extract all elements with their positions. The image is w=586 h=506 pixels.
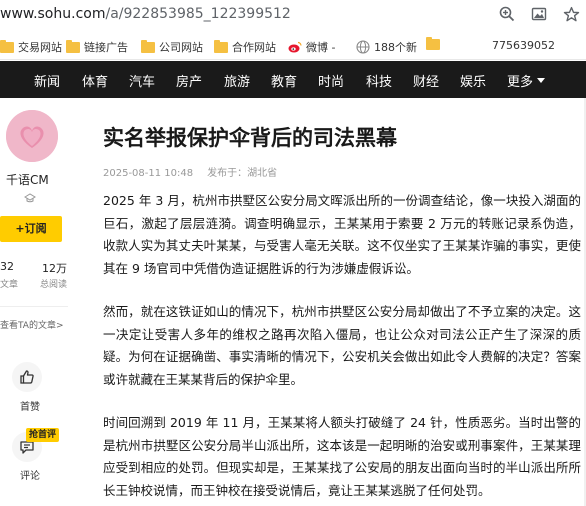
author-avatar[interactable] (6, 110, 58, 162)
folder-icon (141, 39, 155, 53)
divider (0, 306, 68, 307)
article-paragraph: 然而，就在这铁证如山的情况下，杭州市拱墅区公安分局却做出了不予立案的决定。这一决… (103, 304, 581, 387)
folder-icon (66, 39, 80, 53)
bookmark-item[interactable]: 交易网站 (0, 39, 62, 55)
article-paragraph: 时间回溯到 2019 年 11 月，王某某将人额头打破缝了 24 针，性质恶劣。… (103, 415, 581, 498)
nav-item[interactable]: 体育 (82, 71, 108, 90)
bookmark-label: 合作网站 (232, 41, 276, 54)
address-bar[interactable]: www.sohu.com/a/922853985_122399512 (0, 0, 586, 30)
folder-icon (426, 37, 440, 50)
bookmark-item[interactable]: 188个新 (356, 39, 417, 55)
article-meta: 2025-08-11 10:48 发布于：湖北省 (103, 164, 291, 179)
image-icon[interactable] (530, 5, 548, 23)
nav-more-label: 更多 (507, 75, 534, 90)
bookmark-label: 188个新 (374, 41, 417, 54)
bookmark-label: 微博 - (306, 41, 336, 54)
article-source: 发布于：湖北省 (207, 168, 278, 179)
stat-value: 12万 (42, 262, 67, 275)
zoom-icon[interactable] (498, 5, 516, 23)
nav-item[interactable]: 科技 (366, 71, 392, 90)
bookmark-item[interactable]: 公司网站 (141, 39, 203, 55)
stat-value: 32 (0, 260, 14, 273)
nav-item[interactable]: 娱乐 (460, 71, 486, 90)
chevron-down-icon (537, 78, 546, 83)
bookmark-star-icon[interactable] (562, 5, 580, 23)
bookmark-label: 775639052 (492, 39, 555, 52)
bookmarks-bar: 交易网站 链接广告 公司网站 合作网站 微博 - 188个新 775639052 (0, 32, 586, 60)
stat-label: 总阅读 (40, 280, 68, 290)
bookmark-label: 链接广告 (84, 41, 128, 54)
first-comment-badge: 抢首评 (26, 428, 60, 442)
article-date: 2025-08-11 10:48 (103, 168, 194, 179)
nav-item[interactable]: 汽车 (129, 71, 155, 90)
nav-item[interactable]: 新闻 (34, 71, 60, 90)
nav-item[interactable]: 时尚 (318, 71, 344, 90)
nav-item[interactable]: 教育 (271, 71, 297, 90)
thumbs-up-icon (20, 370, 34, 384)
globe-icon (356, 40, 370, 54)
view-all-articles-link[interactable]: 查看TA的文章> (0, 318, 64, 331)
article-title: 实名举报保护伞背后的司法黑幕 (103, 126, 397, 150)
follow-button[interactable]: +订阅 (0, 216, 62, 242)
badge-icon (24, 193, 36, 203)
nav-item[interactable]: 房产 (176, 71, 202, 90)
url-domain: www.sohu.com (0, 6, 106, 22)
heart-icon (6, 110, 58, 162)
weibo-icon (288, 41, 302, 53)
bookmark-label: 公司网站 (159, 41, 203, 54)
stat-label: 文章 (0, 280, 19, 290)
article-paragraph: 2025 年 3 月，杭州市拱墅区公安分局文晖派出所的一份调查结论，像一块投入湖… (103, 193, 581, 276)
bookmark-item[interactable]: 微博 - (288, 39, 335, 55)
url-path: /a/922853985_122399512 (105, 6, 291, 22)
like-label: 首赞 (20, 402, 40, 413)
nav-more-menu[interactable]: 更多 (507, 71, 546, 90)
comment-label: 评论 (20, 471, 40, 482)
folder-icon (0, 39, 14, 53)
author-name[interactable]: 千语CM (6, 171, 49, 188)
nav-item[interactable]: 旅游 (224, 71, 250, 90)
bookmark-label: 交易网站 (18, 41, 62, 54)
url-text[interactable]: www.sohu.com/a/922853985_122399512 (0, 6, 291, 22)
browser-window: www.sohu.com/a/922853985_122399512 交易网站 … (0, 0, 586, 506)
like-button[interactable] (12, 362, 42, 392)
channel-nav: 新闻 体育 汽车 房产 旅游 教育 时尚 科技 财经 娱乐 更多 (0, 61, 586, 98)
bookmark-item[interactable]: 775639052 (492, 39, 555, 52)
bookmark-item[interactable]: 合作网站 (214, 39, 276, 55)
folder-icon (214, 39, 228, 53)
bookmark-item[interactable]: 链接广告 (66, 39, 128, 55)
bookmark-item[interactable] (426, 37, 444, 50)
nav-item[interactable]: 财经 (413, 71, 439, 90)
